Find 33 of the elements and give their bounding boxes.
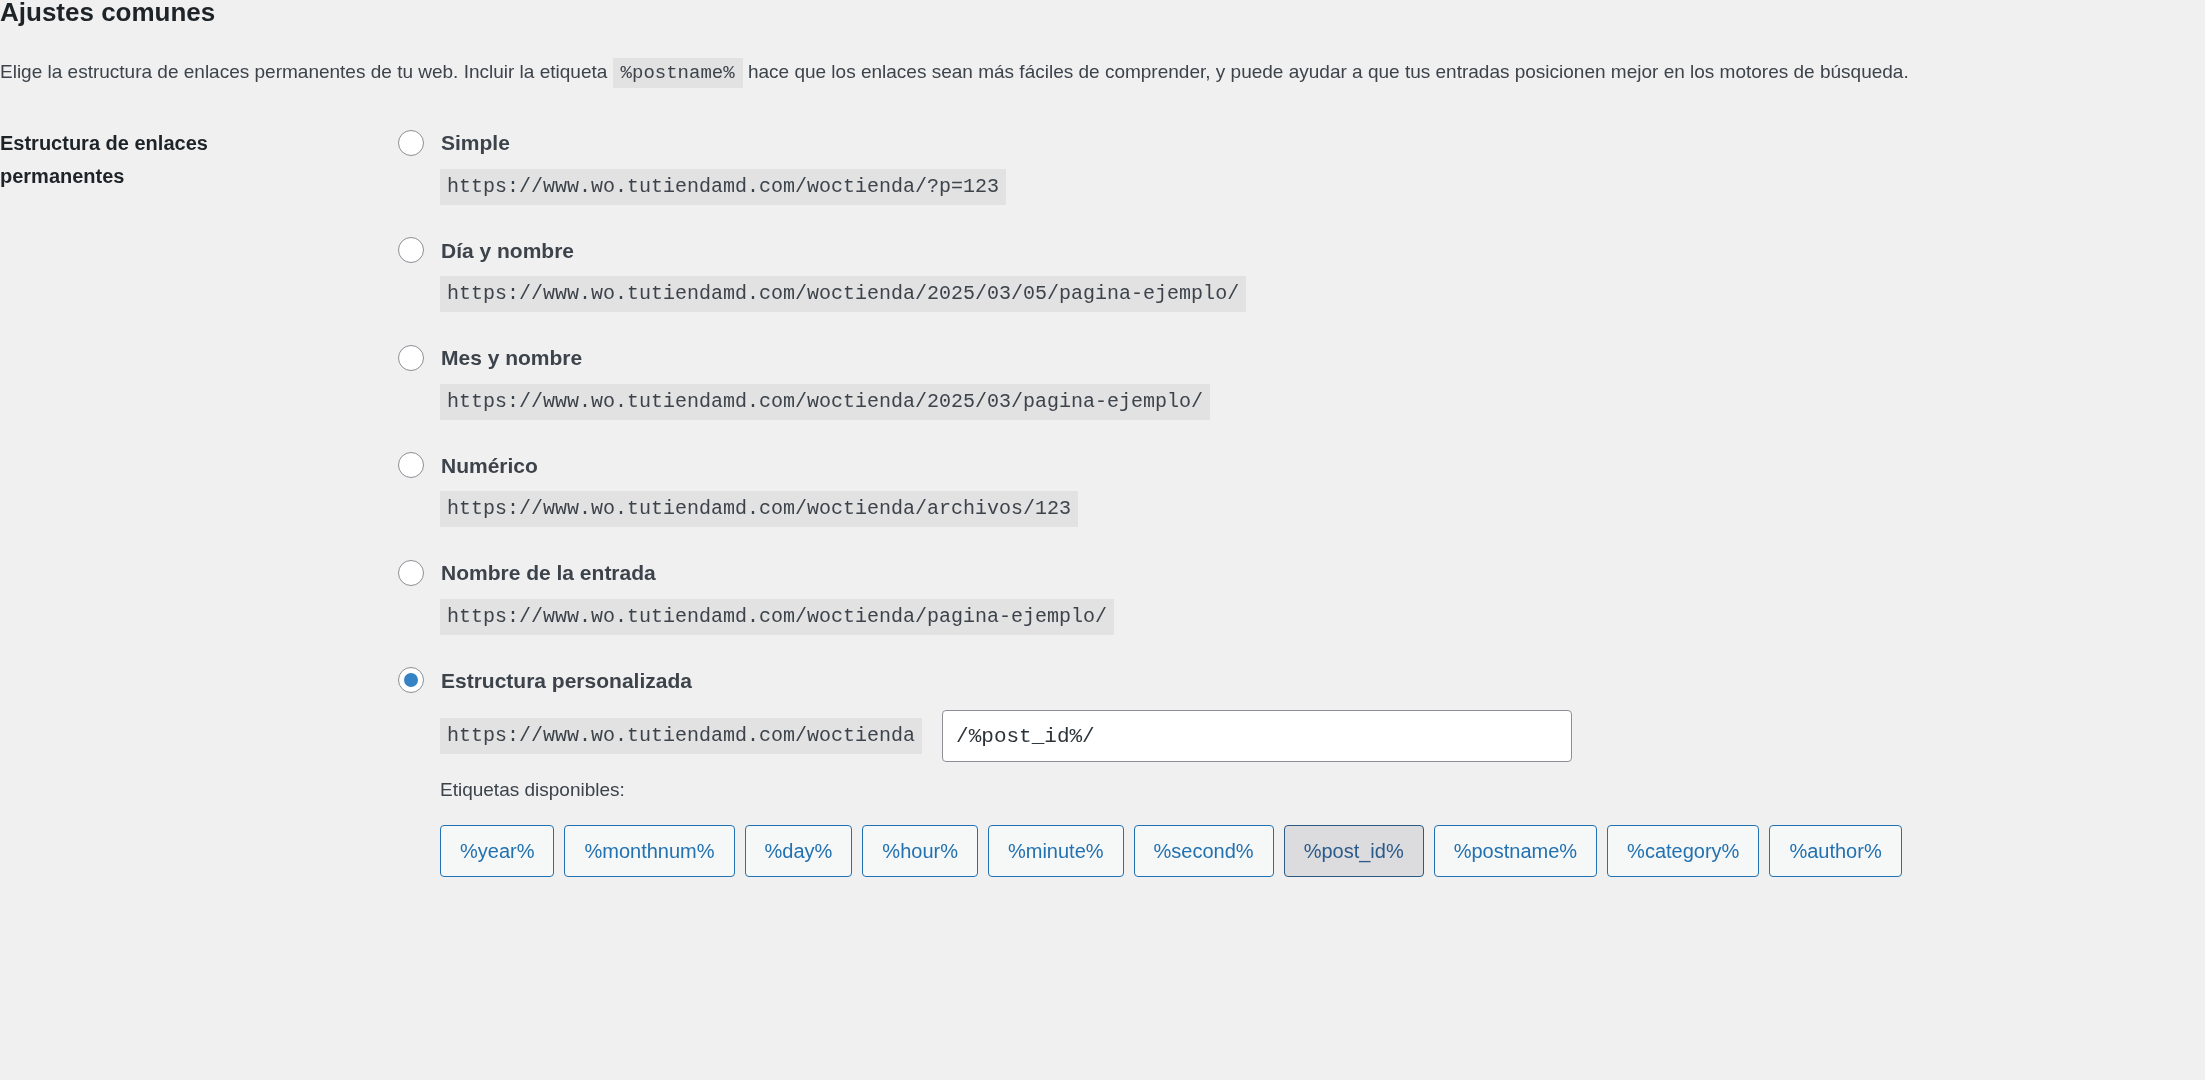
option-label: Mes y nombre — [441, 345, 583, 371]
tag-button[interactable]: %postname% — [1433, 824, 1598, 877]
url-example: https://www.wo.tutiendamd.com/woctienda/archivos/123 — [440, 491, 1079, 527]
radio-button[interactable] — [398, 237, 424, 264]
option-label: Estructura personalizada — [441, 667, 692, 694]
tag-button[interactable]: %day% — [744, 824, 853, 877]
option-label: Día y nombre — [441, 237, 575, 264]
tag-button[interactable]: %post_id% — [1283, 824, 1424, 877]
url-example: https://www.wo.tutiendamd.com/woctienda/?p=123 — [440, 168, 1007, 205]
tag-button[interactable]: %category% — [1607, 824, 1760, 877]
radio-button[interactable] — [398, 129, 424, 156]
option-label: Simple — [441, 130, 510, 156]
description-text: Elige la estructura de enlaces permanentes de tu web. Incluir la etiqueta %postname% hace que los enlaces sean más fáciles de comprender, y puede ayudar a que tus entradas posicionen mejor en los motores de búsqueda. — [0, 54, 2197, 91]
tag-button[interactable]: %monthnum% — [564, 824, 735, 877]
url-example: https://www.wo.tutiendamd.com/woctienda/2025/03/pagina-ejemplo/ — [440, 383, 1211, 420]
radio-button[interactable] — [398, 344, 424, 371]
tag-button[interactable]: %second% — [1133, 824, 1274, 877]
radio-button[interactable] — [398, 667, 424, 694]
url-example: https://www.wo.tutiendamd.com/woctienda/pagina-ejemplo/ — [440, 598, 1115, 635]
tag-button[interactable]: %author% — [1769, 824, 1902, 877]
tag-button[interactable]: %year% — [440, 824, 555, 877]
radio-button[interactable] — [398, 452, 424, 479]
url-example: https://www.wo.tutiendamd.com/woctienda — [440, 718, 923, 754]
tag-button[interactable]: %minute% — [987, 824, 1124, 877]
tags-label: Etiquetas disponibles: — [440, 778, 625, 802]
structure-input[interactable]: /%post_id%/ — [942, 710, 1573, 762]
radio-button[interactable] — [398, 559, 424, 586]
option-label: Numérico — [441, 452, 538, 479]
option-label: Nombre de la entrada — [441, 560, 656, 586]
field-label: Estructura de enlaces permanentes — [0, 131, 209, 189]
url-example: https://www.wo.tutiendamd.com/woctienda/2025/03/05/pagina-ejemplo/ — [440, 276, 1247, 312]
section-heading: Ajustes comunes — [0, 0, 216, 28]
tag-button[interactable]: %hour% — [862, 824, 978, 877]
